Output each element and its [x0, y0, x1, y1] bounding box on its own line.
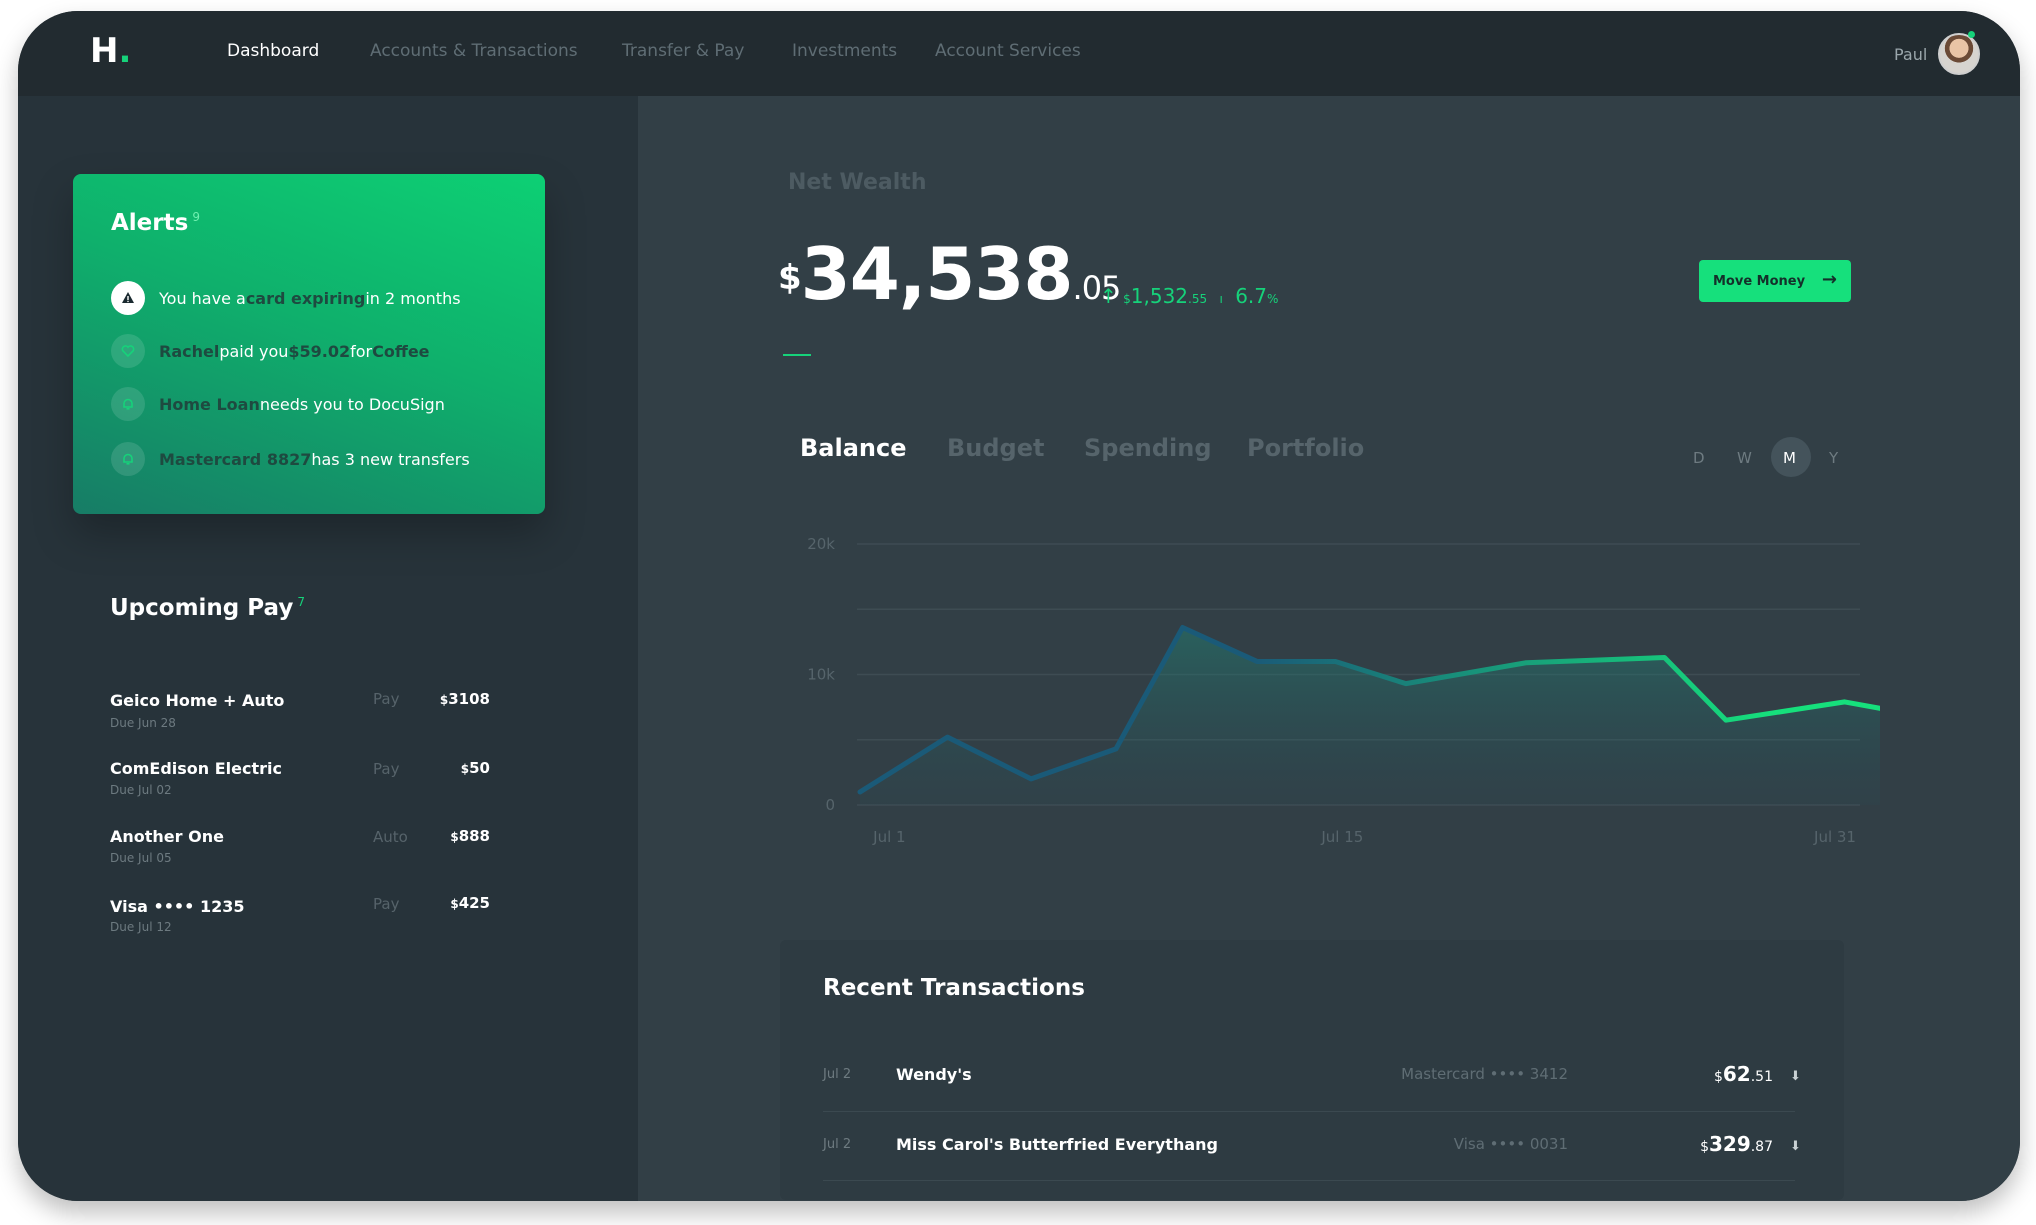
x-tick-label: Jul 31	[1813, 828, 1856, 846]
row-divider	[823, 1111, 1795, 1112]
upcoming-pay-count: 7	[297, 595, 305, 610]
alert-home-loan[interactable]: Home Loan needs you to DocuSign	[111, 387, 445, 421]
upcoming-pay-amount: $3108	[439, 690, 490, 708]
series-area	[860, 627, 1880, 805]
upcoming-pay-type[interactable]: Pay	[373, 690, 399, 708]
range-year[interactable]: Y	[1829, 449, 1838, 467]
recent-transactions-title: Recent Transactions	[823, 975, 1085, 1001]
upcoming-pay-due: Due Jul 02	[110, 783, 172, 797]
balance-chart: 0 10k 20k Jul 1 Jul 15 Jul 31	[807, 535, 1880, 846]
upcoming-pay-amount: $50	[460, 759, 490, 777]
x-tick-label: Jul 1	[872, 828, 905, 846]
upcoming-pay-amount: $425	[450, 894, 490, 912]
alert-payment-received[interactable]: Rachel paid you $59.02 for Coffee	[111, 334, 430, 368]
expand-arrow-icon[interactable]: ⬇	[1790, 1139, 1801, 1154]
expand-arrow-icon[interactable]: ⬇	[1790, 1069, 1801, 1084]
transaction-card: Visa •••• 0031	[1453, 1135, 1568, 1153]
transaction-date: Jul 2	[823, 1067, 852, 1082]
upcoming-pay-type[interactable]: Auto	[373, 828, 408, 846]
transaction-amount: $62.51	[1713, 1062, 1773, 1086]
transaction-merchant[interactable]: Wendy's	[896, 1065, 972, 1084]
transaction-card: Mastercard •••• 3412	[1401, 1065, 1568, 1083]
tab-balance[interactable]: Balance	[800, 434, 907, 462]
upcoming-pay-due: Due Jul 12	[110, 920, 172, 934]
alerts-title: Alerts 9	[111, 210, 200, 236]
avatar[interactable]	[1938, 33, 1980, 75]
top-navigation: H. Dashboard Accounts & Transactions Tra…	[18, 11, 2020, 96]
warning-icon	[111, 281, 145, 315]
alert-card-expiring[interactable]: You have a card expiring in 2 months	[111, 281, 461, 315]
upcoming-pay-due: Due Jul 05	[110, 851, 172, 865]
y-tick-label: 0	[825, 796, 835, 814]
nav-account-services[interactable]: Account Services	[935, 41, 1081, 61]
arrow-right-icon: →	[1821, 269, 1837, 290]
nav-transfer-pay[interactable]: Transfer & Pay	[622, 41, 744, 61]
y-tick-label: 10k	[807, 666, 835, 684]
move-money-button[interactable]: Move Money →	[1699, 260, 1851, 302]
heart-icon	[111, 334, 145, 368]
net-wealth-change: ↑ $1,532.55 ı 6.7%	[1100, 284, 1279, 308]
upcoming-pay-type[interactable]: Pay	[373, 895, 399, 913]
upcoming-pay-name[interactable]: Another One	[110, 827, 224, 846]
tab-portfolio[interactable]: Portfolio	[1247, 434, 1364, 462]
upcoming-pay-type[interactable]: Pay	[373, 760, 399, 778]
net-wealth-underline	[783, 354, 811, 356]
x-tick-label: Jul 15	[1320, 828, 1363, 846]
alert-mastercard-transfers[interactable]: Mastercard 8827 has 3 new transfers	[111, 442, 470, 476]
logo[interactable]: H.	[90, 31, 131, 71]
nav-accounts-transactions[interactable]: Accounts & Transactions	[370, 41, 578, 61]
online-status-dot	[1968, 31, 1975, 38]
arrow-up-icon: ↑	[1100, 284, 1117, 308]
alerts-count: 9	[192, 210, 200, 225]
upcoming-pay-title: Upcoming Pay 7	[110, 595, 305, 621]
transaction-amount: $329.87	[1700, 1132, 1773, 1156]
alerts-card: Alerts 9 You have a card expiring in 2 mo…	[73, 174, 545, 514]
tab-spending[interactable]: Spending	[1084, 434, 1212, 462]
range-month[interactable]: M	[1783, 449, 1796, 467]
nav-dashboard[interactable]: Dashboard	[227, 41, 319, 61]
upcoming-pay-name[interactable]: Visa •••• 1235	[110, 897, 244, 916]
upcoming-pay-name[interactable]: ComEdison Electric	[110, 759, 282, 778]
y-tick-label: 20k	[807, 535, 835, 553]
range-day[interactable]: D	[1693, 449, 1705, 467]
transaction-date: Jul 2	[823, 1137, 852, 1152]
user-name[interactable]: Paul	[1894, 45, 1927, 64]
transaction-merchant[interactable]: Miss Carol's Butterfried Everythang	[896, 1135, 1218, 1154]
upcoming-pay-name[interactable]: Geico Home + Auto	[110, 691, 284, 710]
bell-icon	[111, 387, 145, 421]
upcoming-pay-due: Due Jun 28	[110, 716, 176, 730]
upcoming-pay-amount: $888	[450, 827, 490, 845]
range-week[interactable]: W	[1737, 449, 1752, 467]
net-wealth-label: Net Wealth	[788, 170, 927, 195]
nav-investments[interactable]: Investments	[792, 41, 897, 61]
net-wealth-value: $34,538.05	[778, 232, 1121, 316]
tab-budget[interactable]: Budget	[947, 434, 1045, 462]
row-divider	[823, 1180, 1795, 1181]
bell-icon	[111, 442, 145, 476]
